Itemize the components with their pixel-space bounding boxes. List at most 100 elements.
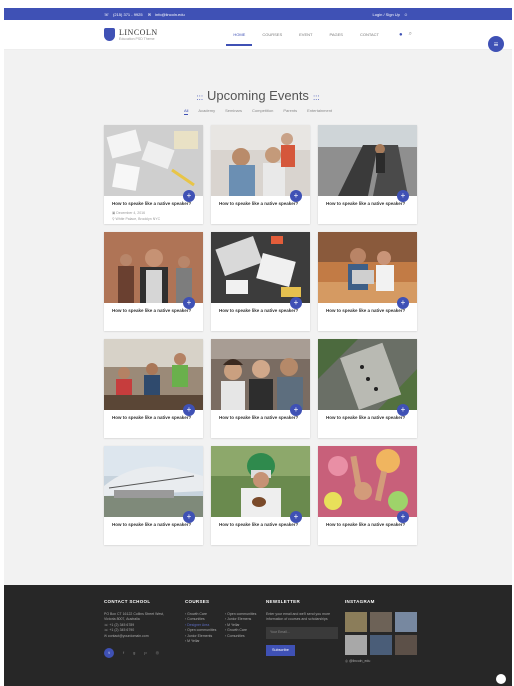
pinterest-icon[interactable]: p bbox=[144, 650, 146, 656]
event-card[interactable]: + How to speake like a native speaker? bbox=[318, 446, 417, 545]
filter-parents[interactable]: Parents bbox=[283, 108, 297, 115]
filter-competition[interactable]: Competition bbox=[252, 108, 273, 115]
event-card[interactable]: + How to speake like a native speaker? bbox=[318, 125, 417, 224]
footer-address: PO Box CT 16122 Collins Street West, Vic… bbox=[104, 611, 164, 622]
instagram-photo[interactable] bbox=[370, 634, 392, 655]
scroll-top-button[interactable] bbox=[496, 674, 506, 684]
add-event-button[interactable]: + bbox=[183, 297, 195, 309]
nav-home[interactable]: HOME bbox=[226, 32, 253, 46]
newsletter-text: Enter your email and we'll send you more… bbox=[266, 611, 331, 622]
instagram-photo[interactable] bbox=[395, 634, 417, 655]
event-image bbox=[211, 446, 310, 517]
add-event-button[interactable]: + bbox=[290, 511, 302, 523]
event-image bbox=[211, 125, 310, 196]
footer-heading: INSTAGRAM bbox=[345, 599, 375, 604]
add-event-button[interactable]: + bbox=[397, 511, 409, 523]
instagram-icon[interactable]: ◎ bbox=[156, 650, 160, 656]
search-icon[interactable]: ⌕ bbox=[409, 31, 412, 38]
social-links: t f g p ◎ bbox=[104, 648, 176, 658]
event-card[interactable]: + How to speake like a native speaker? ▣… bbox=[104, 125, 203, 224]
subscribe-button[interactable]: Subscribe bbox=[266, 644, 295, 656]
event-card[interactable]: + How to speake like a native speaker? bbox=[318, 339, 417, 438]
event-image bbox=[318, 339, 417, 410]
event-card[interactable]: + How to speake like a native speaker? bbox=[211, 125, 310, 224]
add-event-button[interactable]: + bbox=[397, 297, 409, 309]
footer-courses: COURSES › Growth Care › Comunities › Des… bbox=[185, 599, 265, 645]
add-event-button[interactable]: + bbox=[290, 190, 302, 202]
add-event-button[interactable]: + bbox=[183, 511, 195, 523]
event-card[interactable]: + How to speake like a native speaker? bbox=[211, 232, 310, 331]
menu-fab-button[interactable]: ≡ bbox=[488, 36, 504, 52]
menu-icon: ≡ bbox=[493, 39, 499, 49]
add-event-button[interactable]: + bbox=[183, 190, 195, 202]
newsletter-email-input[interactable]: Your Email... bbox=[266, 626, 338, 639]
footer-email[interactable]: contact@yourdomain.com bbox=[108, 634, 149, 638]
event-image bbox=[211, 339, 310, 410]
logo-title: LINCOLN bbox=[119, 28, 158, 37]
mail-icon: ✉ bbox=[147, 11, 152, 17]
course-link[interactable]: › M Yellar bbox=[185, 639, 225, 645]
instagram-photo[interactable] bbox=[370, 611, 392, 632]
filter-entertainment[interactable]: Entertainment bbox=[307, 108, 332, 115]
footer-heading: CONTACT SCHOOL bbox=[104, 599, 151, 604]
site-footer: CONTACT SCHOOL PO Box CT 16122 Collins S… bbox=[4, 585, 512, 686]
footer-newsletter: NEWSLETTER Enter your email and we'll se… bbox=[266, 599, 342, 656]
main-nav: HOME COURSES EVENT PAGES CONTACT ● ⌕ bbox=[216, 31, 412, 46]
facebook-icon[interactable]: f bbox=[123, 650, 124, 656]
filter-seminars[interactable]: Seminars bbox=[225, 108, 242, 115]
footer-phone: +1 (2) 345 6789 bbox=[109, 622, 135, 627]
add-event-button[interactable]: + bbox=[290, 404, 302, 416]
section-title: Upcoming Events bbox=[207, 88, 309, 103]
nav-courses[interactable]: COURSES bbox=[262, 32, 282, 37]
event-image bbox=[318, 232, 417, 303]
page: ☏ (215) 371 - 9925 ✉ info@lincoln.edu Logi… bbox=[4, 8, 512, 686]
events-grid: + How to speake like a native speaker? ▣… bbox=[104, 125, 417, 545]
filter-academy[interactable]: Academy bbox=[198, 108, 215, 115]
footer-contact: CONTACT SCHOOL PO Box CT 16122 Collins S… bbox=[104, 599, 176, 658]
twitter-icon[interactable]: t bbox=[104, 648, 114, 658]
nav-contact[interactable]: CONTACT bbox=[360, 32, 379, 37]
add-event-button[interactable]: + bbox=[290, 297, 302, 309]
event-card[interactable]: + How to speake like a native speaker? bbox=[104, 339, 203, 438]
add-event-button[interactable]: + bbox=[183, 404, 195, 416]
event-card[interactable]: + How to speake like a native speaker? bbox=[211, 339, 310, 438]
instagram-photo[interactable] bbox=[345, 611, 367, 632]
course-link[interactable]: › Comunities bbox=[225, 634, 265, 640]
event-card[interactable]: + How to speake like a native speaker? bbox=[211, 446, 310, 545]
instagram-photo[interactable] bbox=[395, 611, 417, 632]
event-card[interactable]: + How to speake like a native speaker? bbox=[104, 232, 203, 331]
event-image bbox=[104, 232, 203, 303]
shield-icon bbox=[104, 28, 115, 41]
filter-all[interactable]: All bbox=[183, 108, 189, 115]
instagram-photo[interactable] bbox=[345, 634, 367, 655]
google-plus-icon[interactable]: g bbox=[133, 650, 135, 656]
instagram-grid bbox=[345, 611, 421, 655]
topbar-email[interactable]: info@lincoln.edu bbox=[155, 12, 185, 17]
phone-icon: ☏ bbox=[104, 11, 110, 17]
user-icon: ☺ bbox=[403, 11, 408, 17]
event-image bbox=[104, 125, 203, 196]
nav-event[interactable]: EVENT bbox=[299, 32, 312, 37]
instagram-handle[interactable]: @lincoln_edu bbox=[349, 659, 370, 663]
cart-icon[interactable]: ● bbox=[399, 32, 403, 38]
event-image bbox=[318, 125, 417, 196]
event-card[interactable]: + How to speake like a native speaker? bbox=[318, 232, 417, 331]
event-filters: All Academy Seminars Competition Parents… bbox=[4, 108, 512, 115]
section-heading: ::: Upcoming Events::: bbox=[4, 88, 512, 103]
topbar-phone: (215) 371 - 9925 bbox=[113, 11, 143, 17]
add-event-button[interactable]: + bbox=[397, 404, 409, 416]
footer-heading: NEWSLETTER bbox=[266, 599, 300, 604]
dots-icon: ::: bbox=[312, 93, 320, 102]
login-link[interactable]: Login / Sign Up bbox=[373, 12, 400, 17]
nav-pages[interactable]: PAGES bbox=[329, 32, 343, 37]
site-logo[interactable]: LINCOLN Education PSD Theme bbox=[104, 28, 158, 41]
top-bar: ☏ (215) 371 - 9925 ✉ info@lincoln.edu Logi… bbox=[4, 8, 512, 20]
add-event-button[interactable]: + bbox=[397, 190, 409, 202]
site-header: LINCOLN Education PSD Theme HOME COURSES… bbox=[4, 20, 512, 50]
footer-heading: COURSES bbox=[185, 599, 210, 604]
logo-subtitle: Education PSD Theme bbox=[119, 37, 155, 41]
footer-instagram: INSTAGRAM ◎ @lincoln_edu bbox=[345, 599, 421, 664]
event-meta: ▣ December 4, 2016 ⚲ White Palace, Brook… bbox=[104, 207, 203, 222]
event-image bbox=[318, 446, 417, 517]
event-card[interactable]: + How to speake like a native speaker? bbox=[104, 446, 203, 545]
